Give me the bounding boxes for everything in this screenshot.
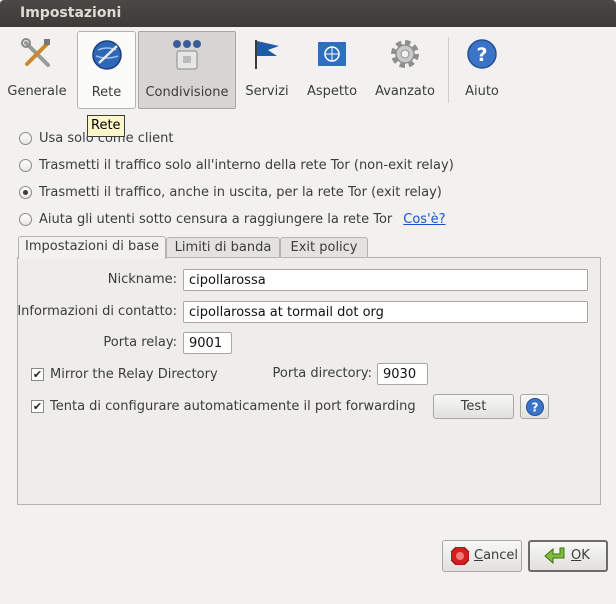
globe-icon bbox=[91, 40, 122, 70]
cancel-button[interactable]: Cancel bbox=[442, 540, 522, 572]
tab-basic-settings[interactable]: Impostazioni di base bbox=[18, 236, 166, 259]
checkbox[interactable]: ✔ bbox=[31, 367, 44, 381]
enter-arrow-icon bbox=[544, 547, 565, 565]
toolbar-separator bbox=[448, 37, 449, 103]
nickname-field[interactable]: cipollarossa bbox=[183, 269, 588, 291]
radio-button[interactable] bbox=[19, 185, 32, 199]
un-emblem-icon bbox=[318, 42, 346, 66]
network-share-icon bbox=[173, 40, 201, 70]
radio-button[interactable] bbox=[19, 158, 32, 172]
toolbar-item-rete[interactable]: Rete bbox=[77, 31, 136, 109]
tab-exit-policy[interactable]: Exit policy bbox=[280, 237, 368, 258]
stop-icon bbox=[451, 547, 469, 565]
toolbar-label: Generale bbox=[7, 84, 67, 99]
tab-bandwidth-limits[interactable]: Limiti di banda bbox=[166, 237, 280, 258]
checkbox[interactable]: ✔ bbox=[31, 399, 44, 413]
title-bar: Impostazioni bbox=[0, 0, 616, 27]
mode-bridge[interactable]: Aiuta gli utenti sotto censura a raggiun… bbox=[19, 210, 446, 228]
ok-button[interactable]: OK bbox=[528, 540, 608, 572]
cancel-label: Cancel bbox=[474, 548, 519, 563]
test-button[interactable]: Test bbox=[433, 394, 514, 419]
toolbar-label: Aiuto bbox=[465, 84, 499, 99]
radio-label: Aiuta gli utenti sotto censura a raggiun… bbox=[39, 211, 393, 227]
toolbar-label: Avanzato bbox=[375, 84, 435, 99]
whats-this-link[interactable]: Cos'è? bbox=[403, 212, 445, 227]
mode-exit-relay[interactable]: Trasmetti il traffico, anche in uscita, … bbox=[19, 183, 442, 201]
radio-label: Trasmetti il traffico solo all'interno d… bbox=[39, 157, 454, 173]
dir-port-field[interactable]: 9030 bbox=[377, 363, 428, 385]
contact-label: Informazioni di contatto: bbox=[17, 304, 177, 319]
toolbar-item-aiuto[interactable]: ? Aiuto bbox=[455, 31, 509, 107]
mode-non-exit-relay[interactable]: Trasmetti il traffico solo all'interno d… bbox=[19, 156, 454, 174]
dir-port-label: Porta directory: bbox=[272, 366, 372, 381]
toolbar-item-condivisione[interactable]: Condivisione bbox=[138, 31, 236, 109]
radio-button[interactable] bbox=[19, 131, 32, 145]
toolbar-label: Servizi bbox=[245, 84, 289, 99]
toolbar-item-aspetto[interactable]: Aspetto bbox=[302, 31, 362, 107]
toolbar-item-servizi[interactable]: Servizi bbox=[238, 31, 296, 107]
svg-text:?: ? bbox=[531, 401, 538, 415]
tooltip: Rete bbox=[87, 115, 125, 137]
help-icon: ? bbox=[467, 39, 497, 69]
contact-field[interactable]: cipollarossa at tormail dot org bbox=[183, 301, 588, 323]
upnp-help-button[interactable]: ? bbox=[520, 394, 549, 419]
port-forwarding-option[interactable]: ✔ Tenta di configurare automaticamente i… bbox=[31, 397, 416, 415]
checkbox-label: Tenta di configurare automaticamente il … bbox=[50, 398, 416, 414]
settings-toolbar: Generale Rete Condivisione Servizi Aspet… bbox=[0, 27, 616, 111]
basic-settings-panel: Nickname: cipollarossa Informazioni di c… bbox=[17, 257, 601, 505]
toolbar-label: Rete bbox=[91, 85, 122, 100]
nickname-label: Nickname: bbox=[107, 272, 177, 287]
mirror-directory-option[interactable]: ✔ Mirror the Relay Directory bbox=[31, 365, 218, 383]
relay-port-field[interactable]: 9001 bbox=[183, 332, 232, 354]
toolbar-item-avanzato[interactable]: Avanzato bbox=[370, 31, 440, 107]
checkbox-label: Mirror the Relay Directory bbox=[50, 366, 218, 382]
flag-icon bbox=[255, 40, 279, 69]
svg-text:?: ? bbox=[476, 44, 487, 66]
toolbar-label: Aspetto bbox=[306, 84, 358, 99]
gear-icon bbox=[391, 40, 419, 68]
toolbar-item-generale[interactable]: Generale bbox=[4, 31, 70, 107]
tools-icon bbox=[21, 38, 50, 67]
relay-port-label: Porta relay: bbox=[103, 335, 177, 350]
toolbar-label: Condivisione bbox=[145, 85, 229, 100]
ok-label: OK bbox=[571, 548, 590, 563]
help-icon: ? bbox=[525, 398, 544, 416]
radio-label: Trasmetti il traffico, anche in uscita, … bbox=[39, 184, 442, 200]
radio-button[interactable] bbox=[19, 212, 32, 226]
window-title: Impostazioni bbox=[20, 5, 122, 21]
